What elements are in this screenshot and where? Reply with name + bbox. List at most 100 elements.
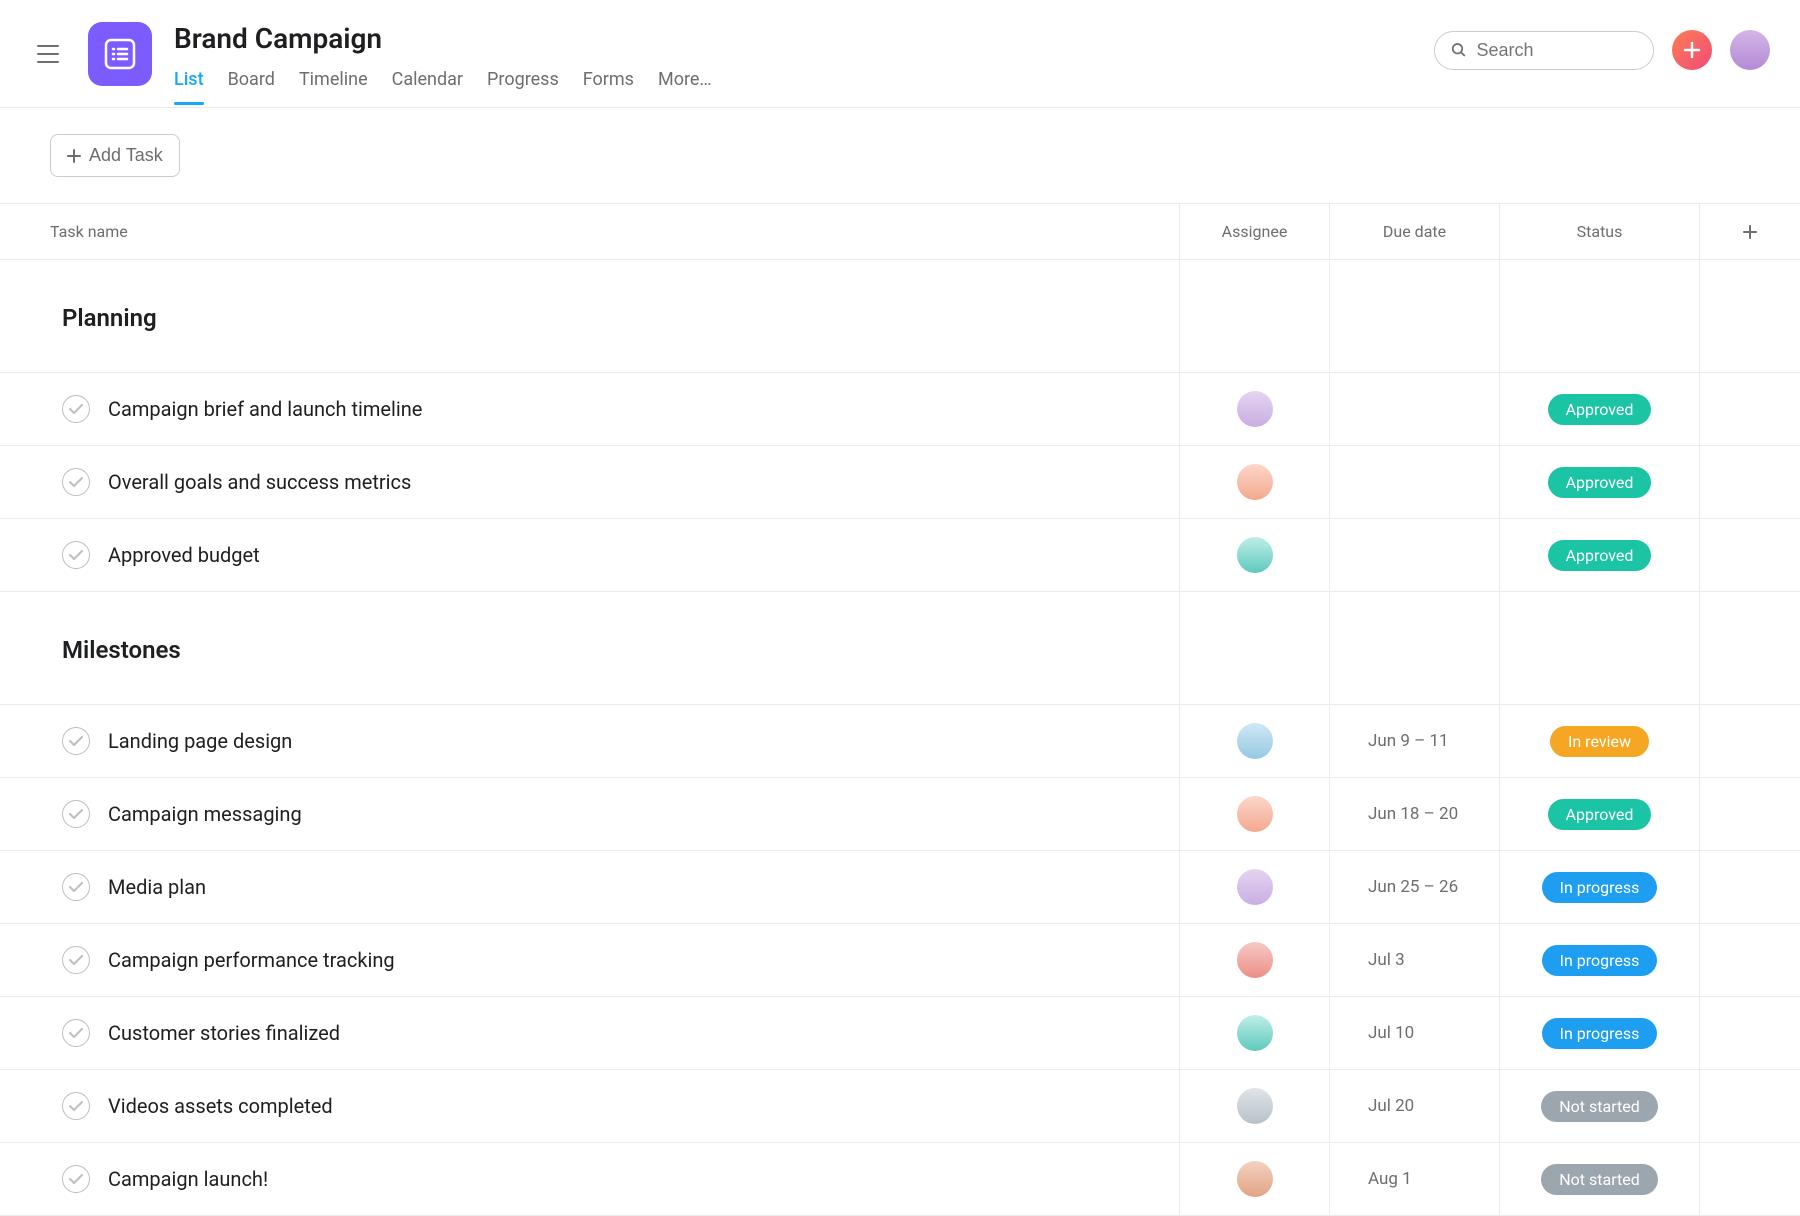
task-name: Landing page design bbox=[108, 729, 292, 753]
task-row[interactable]: Customer stories finalizedJul 10In progr… bbox=[0, 997, 1800, 1070]
toolbar: Add Task bbox=[0, 108, 1800, 203]
plus-icon bbox=[1683, 41, 1701, 59]
due-date[interactable] bbox=[1330, 373, 1500, 445]
status-badge[interactable]: Not started bbox=[1541, 1091, 1658, 1122]
task-name: Approved budget bbox=[108, 543, 260, 567]
tab-forms[interactable]: Forms bbox=[583, 69, 634, 104]
assignee-avatar[interactable] bbox=[1237, 942, 1273, 978]
due-date[interactable]: Jun 9 – 11 bbox=[1330, 705, 1500, 777]
assignee-avatar[interactable] bbox=[1237, 869, 1273, 905]
column-header-due[interactable]: Due date bbox=[1330, 204, 1500, 259]
row-spacer bbox=[1700, 446, 1800, 518]
assignee-avatar[interactable] bbox=[1237, 391, 1273, 427]
menu-button[interactable] bbox=[30, 36, 66, 72]
task-row[interactable]: Campaign launch!Aug 1Not started bbox=[0, 1143, 1800, 1216]
assignee-avatar[interactable] bbox=[1237, 723, 1273, 759]
complete-checkbox[interactable] bbox=[62, 1092, 90, 1120]
row-spacer bbox=[1700, 1070, 1800, 1142]
tab-calendar[interactable]: Calendar bbox=[392, 69, 463, 104]
status-badge[interactable]: In progress bbox=[1542, 1018, 1658, 1049]
due-date[interactable]: Jul 20 bbox=[1330, 1070, 1500, 1142]
global-add-button[interactable] bbox=[1672, 30, 1712, 70]
status-badge[interactable]: Approved bbox=[1548, 540, 1652, 571]
row-spacer bbox=[1700, 997, 1800, 1069]
due-date[interactable]: Jun 18 – 20 bbox=[1330, 778, 1500, 850]
status-badge[interactable]: In progress bbox=[1542, 872, 1658, 903]
list-icon bbox=[103, 37, 137, 71]
add-column-button[interactable] bbox=[1700, 204, 1800, 259]
status-badge[interactable]: Approved bbox=[1548, 799, 1652, 830]
task-name: Overall goals and success metrics bbox=[108, 470, 411, 494]
status-badge[interactable]: Approved bbox=[1548, 394, 1652, 425]
view-tabs: List Board Timeline Calendar Progress Forms Mo… bbox=[174, 69, 711, 104]
task-row[interactable]: Campaign performance trackingJul 3In pro… bbox=[0, 924, 1800, 997]
task-row[interactable]: Campaign messagingJun 18 – 20Approved bbox=[0, 778, 1800, 851]
column-header-name[interactable]: Task name bbox=[0, 204, 1180, 259]
column-header-status[interactable]: Status bbox=[1500, 204, 1700, 259]
tab-progress[interactable]: Progress bbox=[487, 69, 559, 104]
section-header[interactable]: Planning bbox=[0, 260, 1800, 373]
tab-list[interactable]: List bbox=[174, 69, 204, 104]
add-task-label: Add Task bbox=[89, 145, 163, 166]
plus-icon bbox=[67, 149, 81, 163]
task-list: Planning Campaign brief and launch timeli… bbox=[0, 260, 1800, 1216]
tab-timeline[interactable]: Timeline bbox=[299, 69, 368, 104]
assignee-avatar[interactable] bbox=[1237, 464, 1273, 500]
assignee-avatar[interactable] bbox=[1237, 1015, 1273, 1051]
task-row[interactable]: Media planJun 25 – 26In progress bbox=[0, 851, 1800, 924]
row-spacer bbox=[1700, 519, 1800, 591]
hamburger-icon bbox=[36, 44, 60, 64]
status-badge[interactable]: Approved bbox=[1548, 467, 1652, 498]
complete-checkbox[interactable] bbox=[62, 873, 90, 901]
task-row[interactable]: Overall goals and success metrics Approve… bbox=[0, 446, 1800, 519]
row-spacer bbox=[1700, 924, 1800, 996]
task-name: Campaign brief and launch timeline bbox=[108, 397, 422, 421]
tab-more[interactable]: More… bbox=[658, 69, 712, 104]
due-date[interactable]: Jun 25 – 26 bbox=[1330, 851, 1500, 923]
complete-checkbox[interactable] bbox=[62, 1019, 90, 1047]
complete-checkbox[interactable] bbox=[62, 468, 90, 496]
task-row[interactable]: Videos assets completedJul 20Not started bbox=[0, 1070, 1800, 1143]
complete-checkbox[interactable] bbox=[62, 541, 90, 569]
check-icon bbox=[69, 809, 83, 819]
row-spacer bbox=[1700, 373, 1800, 445]
row-spacer bbox=[1700, 705, 1800, 777]
due-date[interactable] bbox=[1330, 519, 1500, 591]
topbar: Brand Campaign ListBoardTimelineCalendar… bbox=[0, 0, 1800, 108]
due-date[interactable] bbox=[1330, 446, 1500, 518]
complete-checkbox[interactable] bbox=[62, 727, 90, 755]
current-user-avatar[interactable] bbox=[1730, 30, 1770, 70]
due-date[interactable]: Aug 1 bbox=[1330, 1143, 1500, 1215]
search-box[interactable] bbox=[1434, 31, 1654, 70]
assignee-avatar[interactable] bbox=[1237, 1088, 1273, 1124]
check-icon bbox=[69, 404, 83, 414]
add-task-button[interactable]: Add Task bbox=[50, 134, 180, 177]
table-header: Task name Assignee Due date Status bbox=[0, 203, 1800, 260]
search-input[interactable] bbox=[1477, 40, 1637, 61]
status-badge[interactable]: In progress bbox=[1542, 945, 1658, 976]
status-badge[interactable]: In review bbox=[1550, 726, 1649, 757]
tab-board[interactable]: Board bbox=[228, 69, 275, 104]
complete-checkbox[interactable] bbox=[62, 395, 90, 423]
section-title: Planning bbox=[0, 278, 1179, 354]
due-date[interactable]: Jul 10 bbox=[1330, 997, 1500, 1069]
status-badge[interactable]: Not started bbox=[1541, 1164, 1658, 1195]
due-date[interactable]: Jul 3 bbox=[1330, 924, 1500, 996]
complete-checkbox[interactable] bbox=[62, 946, 90, 974]
task-row[interactable]: Landing page design Jun 9 – 11 In review bbox=[0, 705, 1800, 778]
assignee-avatar[interactable] bbox=[1237, 537, 1273, 573]
assignee-avatar[interactable] bbox=[1237, 796, 1273, 832]
assignee-avatar[interactable] bbox=[1237, 1161, 1273, 1197]
check-icon bbox=[69, 550, 83, 560]
check-icon bbox=[69, 882, 83, 892]
section-header[interactable]: Milestones bbox=[0, 592, 1800, 705]
task-row[interactable]: Approved budget Approved bbox=[0, 519, 1800, 592]
task-row[interactable]: Campaign brief and launch timeline Approv… bbox=[0, 373, 1800, 446]
complete-checkbox[interactable] bbox=[62, 800, 90, 828]
search-icon bbox=[1451, 41, 1467, 59]
row-spacer bbox=[1700, 851, 1800, 923]
row-spacer bbox=[1700, 1143, 1800, 1215]
column-header-assignee[interactable]: Assignee bbox=[1180, 204, 1330, 259]
complete-checkbox[interactable] bbox=[62, 1165, 90, 1193]
check-icon bbox=[69, 1028, 83, 1038]
